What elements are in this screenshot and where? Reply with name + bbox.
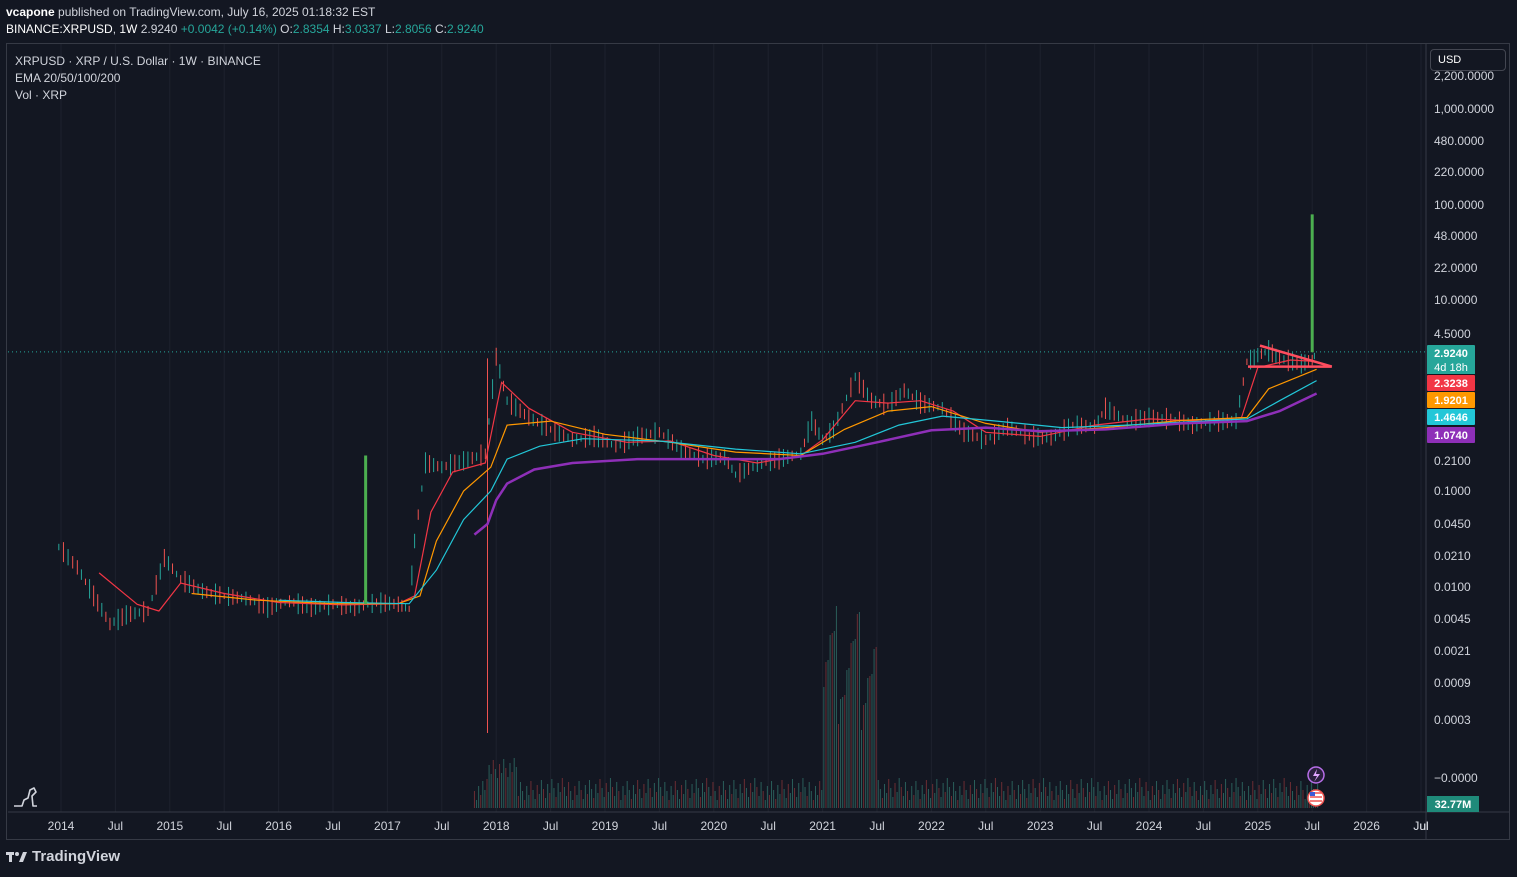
x-tick-label: 2018	[483, 819, 510, 833]
y-tick-label: 480.0000	[1434, 134, 1484, 148]
candles	[58, 340, 1315, 733]
y-tick-label: 2,200.0000	[1434, 69, 1494, 83]
x-tick-label: Jul	[108, 819, 123, 833]
brand-text: TradingView	[32, 848, 121, 865]
flag-canton	[1310, 792, 1315, 796]
y-tick-label: 10.0000	[1434, 293, 1478, 307]
x-tick-label: Jul	[1305, 819, 1320, 833]
x-tick-label: 2014	[48, 819, 75, 833]
price-label: 2.9240	[1434, 348, 1468, 360]
price-chart[interactable]: 2014 Jul 2015 Jul 2016 Jul 2017 Jul 2018 Jul 2019 J…	[0, 0, 1517, 877]
x-tick-label: Jul	[652, 819, 667, 833]
legend-title[interactable]: XRPUSD · XRP / U.S. Dollar · 1W · BINANC…	[15, 54, 261, 68]
y-tick-label: 0.0045	[1434, 612, 1471, 626]
ema20-line	[98, 359, 1317, 612]
y-tick-label: 0.2100	[1434, 454, 1471, 468]
dino-icon[interactable]	[14, 787, 37, 807]
y-tick-label: 220.0000	[1434, 165, 1484, 179]
grid	[60, 44, 1422, 812]
x-tick-label: Jul	[217, 819, 232, 833]
ema100-line	[278, 380, 1317, 605]
x-tick-label: 2015	[156, 819, 183, 833]
tradingview-brand[interactable]: TradingView	[6, 848, 120, 865]
triangle-top	[1259, 344, 1333, 368]
ema200-line	[473, 392, 1318, 536]
countdown-label: 4d 18h	[1434, 362, 1468, 374]
y-tick-label: 0.0021	[1434, 644, 1471, 658]
y-tick-label: 100.0000	[1434, 198, 1484, 212]
y-tick-label: 4.5000	[1434, 327, 1471, 341]
y-tick-label: 1,000.0000	[1434, 102, 1494, 116]
y-tick-label: 22.0000	[1434, 261, 1478, 275]
x-tick-label: Jul	[543, 819, 558, 833]
x-tick-label: Jul	[1196, 819, 1211, 833]
x-tick-label: Jul	[869, 819, 884, 833]
tradingview-logo-icon	[6, 851, 27, 862]
x-tick-label: 2022	[918, 819, 945, 833]
x-tick-label: 2020	[700, 819, 727, 833]
y-tick-label: 0.1000	[1434, 484, 1471, 498]
y-tick-label: 0.0100	[1434, 580, 1471, 594]
x-tick-label: Jul	[325, 819, 340, 833]
x-tick-label: Jul	[761, 819, 776, 833]
legend-volume[interactable]: Vol · XRP	[15, 88, 67, 102]
y-tick-label: 0.0210	[1434, 549, 1471, 563]
ema50-line	[191, 368, 1317, 605]
volume-label: 32.77M	[1435, 799, 1472, 811]
y-tick-label: 0.0009	[1434, 676, 1471, 690]
x-tick-label: 2019	[592, 819, 619, 833]
x-tick-label: 2016	[265, 819, 292, 833]
currency-selector[interactable]: USD	[1430, 49, 1506, 71]
x-tick-label: 2025	[1244, 819, 1271, 833]
y-tick-label: 0.0450	[1434, 517, 1471, 531]
x-tick-label: 2024	[1136, 819, 1163, 833]
x-tick-label: 2017	[374, 819, 401, 833]
y-tick-label: 48.0000	[1434, 229, 1478, 243]
x-tick-label: Jul	[978, 819, 993, 833]
x-axis: 2014 Jul 2015 Jul 2016 Jul 2017 Jul 2018 Jul 2019 J…	[48, 819, 1429, 833]
x-tick-label: 2021	[809, 819, 836, 833]
x-tick-label: 2026	[1353, 819, 1380, 833]
y-tick-label: 0.0003	[1434, 713, 1471, 727]
y-tick-label: −0.0000	[1434, 771, 1478, 785]
x-tick-label: 2023	[1027, 819, 1054, 833]
legend-ema[interactable]: EMA 20/50/100/200	[15, 71, 120, 85]
volume-bars	[473, 606, 1319, 808]
price-label: 1.0740	[1434, 430, 1468, 442]
price-label: 1.4646	[1434, 412, 1468, 424]
x-tick-label: Jul	[1087, 819, 1102, 833]
price-label: 1.9201	[1434, 395, 1468, 407]
price-label: 2.3238	[1434, 378, 1468, 390]
x-tick-label: Jul	[434, 819, 449, 833]
